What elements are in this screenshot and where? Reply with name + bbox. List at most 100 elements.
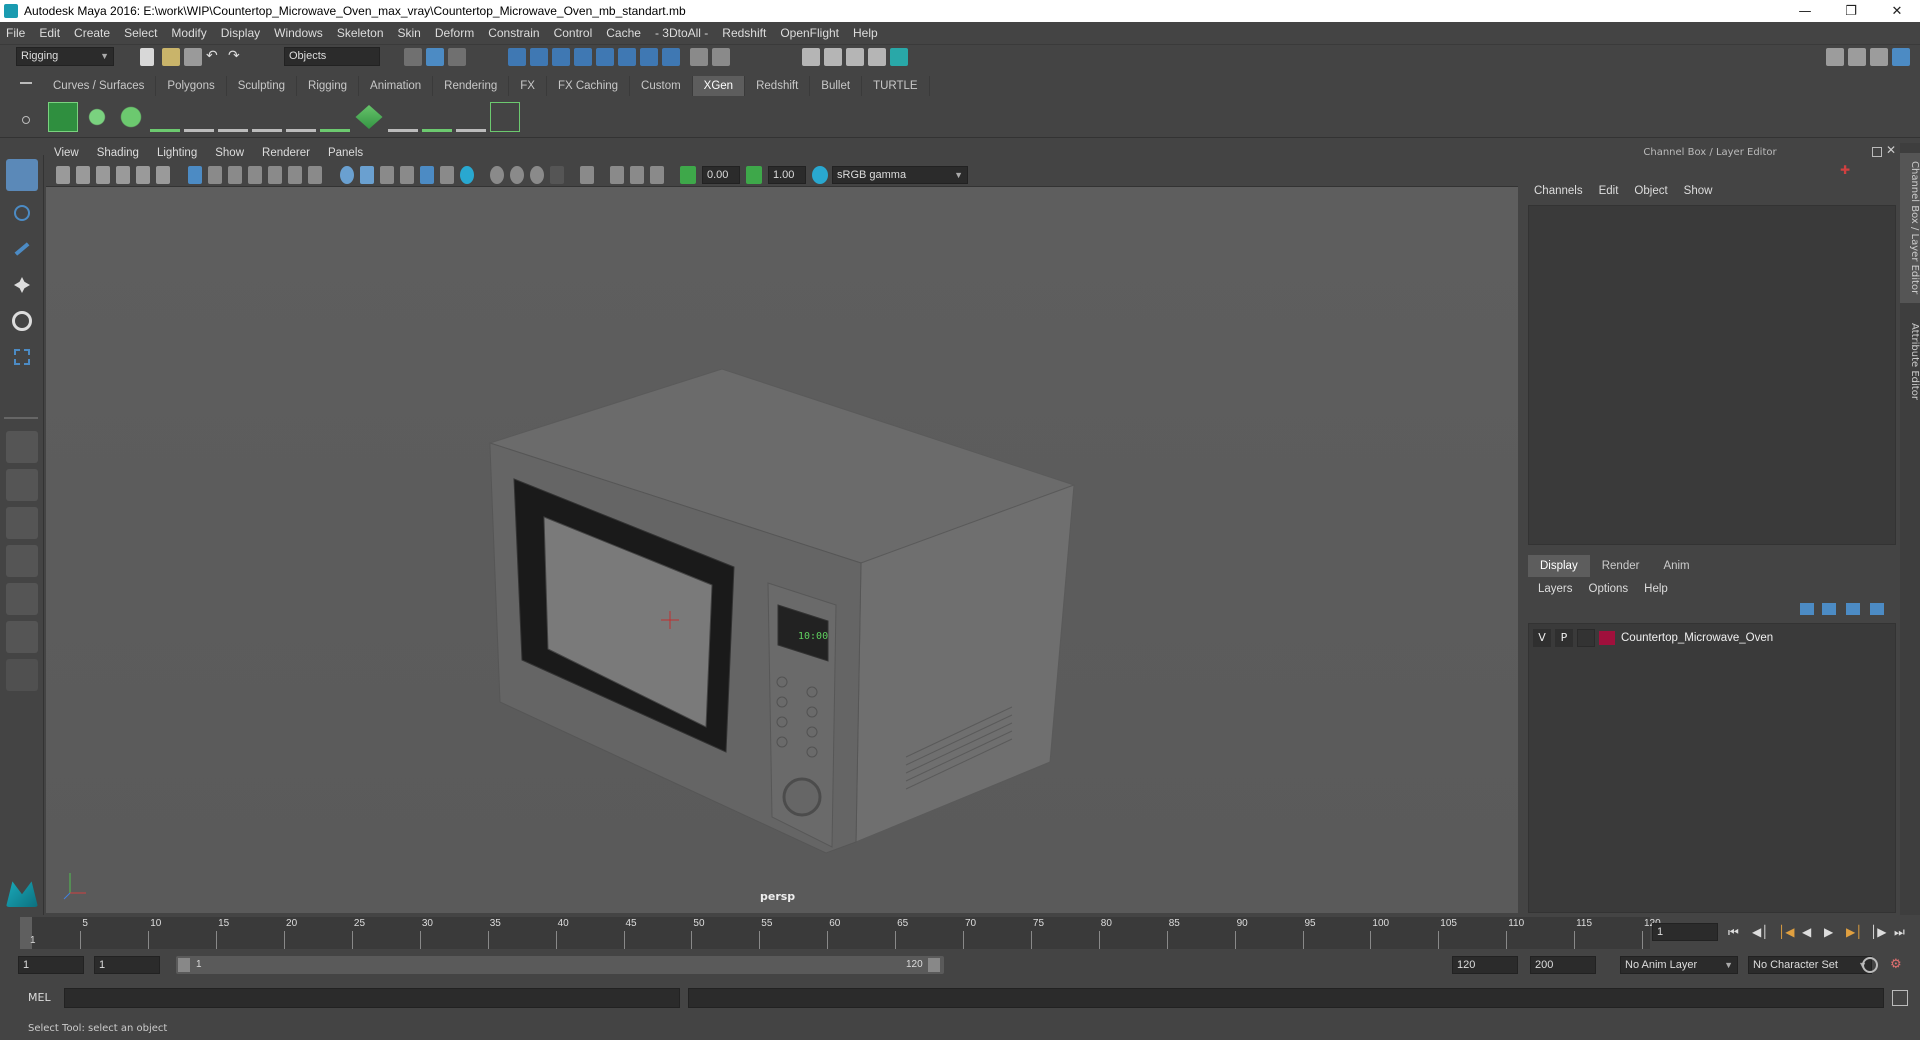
viewport-menu-lighting[interactable]: Lighting: [157, 147, 197, 159]
snap-help-icon[interactable]: [662, 48, 680, 66]
step-back-key-icon[interactable]: │◀: [1778, 925, 1794, 939]
snap-grid-icon[interactable]: [508, 48, 526, 66]
go-to-start-icon[interactable]: ⏮: [1728, 925, 1739, 940]
shelf-tab-turtle[interactable]: TURTLE: [862, 76, 930, 96]
shelf-tab-redshift[interactable]: Redshift: [745, 76, 811, 96]
xray-joints-icon[interactable]: [510, 166, 524, 184]
selection-mode-dropdown[interactable]: Objects: [284, 47, 380, 66]
shelf-tab-xgen[interactable]: XGen: [692, 76, 746, 96]
shelf-tab-sculpting[interactable]: Sculpting: [227, 76, 298, 96]
playback-end-field[interactable]: 120: [1452, 956, 1518, 974]
help-menu[interactable]: Help: [1644, 583, 1668, 595]
redo-icon[interactable]: ↷: [228, 48, 246, 66]
shelf-tab-fx-caching[interactable]: FX Caching: [547, 76, 631, 96]
go-to-end-icon[interactable]: ⏭: [1894, 925, 1905, 940]
textured-icon[interactable]: [400, 166, 414, 184]
range-start-handle[interactable]: [178, 958, 190, 972]
exposure-icon[interactable]: [680, 166, 696, 184]
screen-space-ao-icon[interactable]: [550, 166, 564, 184]
viewport-menu-show[interactable]: Show: [215, 147, 244, 159]
bookmark-icon[interactable]: [96, 166, 110, 184]
select-component-icon[interactable]: [448, 48, 466, 66]
xray-components-icon[interactable]: [530, 166, 544, 184]
step-forward-key-icon[interactable]: ▶│: [1846, 925, 1862, 939]
safe-title-icon[interactable]: [308, 166, 322, 184]
isolate-select-icon[interactable]: [460, 166, 474, 184]
field-chart-icon[interactable]: [268, 166, 282, 184]
single-perspective-view-icon[interactable]: [6, 431, 38, 463]
resolution-gate-icon[interactable]: [228, 166, 242, 184]
make-live-icon[interactable]: [596, 48, 614, 66]
move-layer-down-icon[interactable]: [1822, 603, 1836, 615]
side-tab-channel-box[interactable]: Channel Box / Layer Editor: [1900, 153, 1920, 303]
construction-history-icon[interactable]: [712, 48, 730, 66]
channels-menu[interactable]: Channels: [1534, 185, 1583, 197]
layer-name[interactable]: Countertop_Microwave_Oven: [1621, 632, 1773, 644]
hypershade-icon[interactable]: [890, 48, 908, 66]
persp-hypershade-layout-icon[interactable]: [6, 583, 38, 615]
lasso-tool-icon[interactable]: [6, 197, 38, 229]
xgen-preview-icon[interactable]: [82, 102, 112, 132]
show-menu[interactable]: Show: [1684, 185, 1713, 197]
xgen-convert-icon[interactable]: [490, 102, 520, 132]
shelf-tab-rendering[interactable]: Rendering: [433, 76, 510, 96]
play-backwards-icon[interactable]: ◀: [1802, 925, 1811, 939]
step-forward-icon[interactable]: │▶: [1870, 925, 1886, 939]
xgen-editor-icon[interactable]: [48, 102, 78, 132]
shelf-tab-curves-surfaces[interactable]: Curves / Surfaces: [42, 76, 157, 96]
layer-visibility-toggle[interactable]: V: [1533, 629, 1551, 647]
attribute-editor-icon[interactable]: [1848, 48, 1866, 66]
shelf-settings-icon[interactable]: [22, 116, 30, 124]
command-input[interactable]: [64, 988, 680, 1008]
rotate-tool-icon[interactable]: [6, 305, 38, 337]
select-hierarchy-icon[interactable]: [404, 48, 422, 66]
select-object-icon[interactable]: [426, 48, 444, 66]
render-view-icon[interactable]: [868, 48, 886, 66]
menu-redshift[interactable]: Redshift: [722, 26, 766, 40]
menu-cache[interactable]: Cache: [606, 26, 641, 40]
tab-display[interactable]: Display: [1528, 555, 1590, 577]
script-language-toggle[interactable]: MEL: [28, 991, 51, 1004]
shelf-tab-polygons[interactable]: Polygons: [156, 76, 227, 96]
current-frame-field[interactable]: 1: [1652, 923, 1718, 941]
menu-openflight[interactable]: OpenFlight: [780, 26, 839, 40]
side-tab-attribute-editor[interactable]: Attribute Editor: [1900, 311, 1920, 411]
gamma-field[interactable]: 1.00: [768, 166, 806, 184]
menu-constrain[interactable]: Constrain: [488, 26, 539, 40]
render-current-frame-icon[interactable]: [824, 48, 842, 66]
manipulator-icon[interactable]: ✚: [1840, 163, 1854, 177]
safe-action-icon[interactable]: [288, 166, 302, 184]
preferences-icon[interactable]: ⚙: [1890, 957, 1906, 973]
persp-outliner-layout-icon[interactable]: [6, 507, 38, 539]
xray-icon[interactable]: [490, 166, 504, 184]
menu-windows[interactable]: Windows: [274, 26, 323, 40]
2d-pan-zoom-icon[interactable]: [136, 166, 150, 184]
xgen-comb-icon[interactable]: [388, 102, 418, 132]
snap-vertex-icon[interactable]: [640, 48, 658, 66]
object-menu[interactable]: Object: [1634, 185, 1667, 197]
edit-menu[interactable]: Edit: [1599, 185, 1619, 197]
viewport-menu-panels[interactable]: Panels: [328, 147, 363, 159]
shelf-tab-custom[interactable]: Custom: [630, 76, 693, 96]
float-panel-icon[interactable]: [1872, 147, 1882, 157]
gate-mask-icon[interactable]: [248, 166, 262, 184]
grease-pencil-icon[interactable]: [156, 166, 170, 184]
shelf-menu-icon[interactable]: [20, 82, 32, 84]
custom-layout-icon[interactable]: [6, 659, 38, 691]
menu-3dtoall[interactable]: - 3DtoAll -: [655, 26, 708, 40]
camera-select-icon[interactable]: [56, 166, 70, 184]
menu-skeleton[interactable]: Skeleton: [337, 26, 384, 40]
menu-modify[interactable]: Modify: [171, 26, 206, 40]
tool-settings-icon[interactable]: [1870, 48, 1888, 66]
menu-file[interactable]: File: [6, 26, 25, 40]
viewport-menu-shading[interactable]: Shading: [97, 147, 139, 159]
xgen-place-guides-icon[interactable]: [150, 102, 180, 132]
image-plane-icon[interactable]: [116, 166, 130, 184]
xgen-lock-guide-icon[interactable]: [286, 102, 316, 132]
layer-playback-toggle[interactable]: P: [1555, 629, 1573, 647]
auto-key-icon[interactable]: [1862, 957, 1878, 973]
xgen-select-guide-icon[interactable]: [252, 102, 282, 132]
xgen-grass-icon[interactable]: [422, 102, 452, 132]
range-slider[interactable]: 1 120: [176, 956, 944, 974]
four-view-layout-icon[interactable]: [6, 469, 38, 501]
